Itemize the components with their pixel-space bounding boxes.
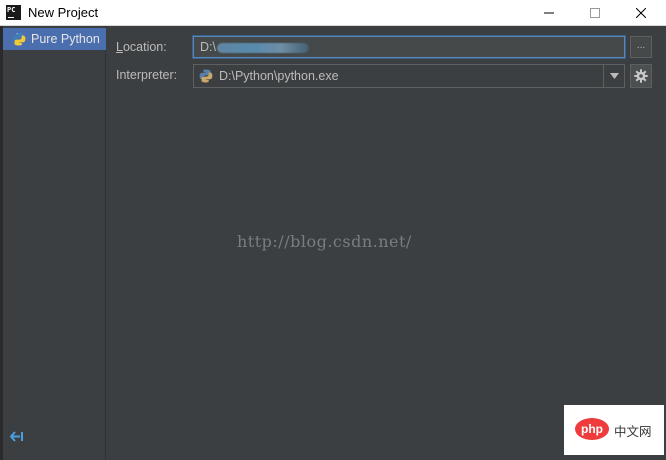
location-value: D:\ xyxy=(200,40,216,54)
gear-icon xyxy=(634,69,648,83)
python-interpreter-icon xyxy=(199,69,213,83)
redacted-path xyxy=(216,42,309,53)
interpreter-settings-button[interactable] xyxy=(630,64,652,88)
minimize-icon xyxy=(544,12,554,14)
browse-button[interactable]: ... xyxy=(630,36,652,58)
maximize-icon xyxy=(590,8,600,18)
sidebar-item-label: Pure Python xyxy=(31,32,100,46)
project-settings-panel: Location: D:\ ... Interpreter: D:\Python… xyxy=(106,26,666,460)
location-label-mnemonic: L xyxy=(116,40,123,54)
back-arrow-icon[interactable] xyxy=(9,431,23,445)
chevron-down-icon[interactable] xyxy=(610,73,619,79)
badge-text: 中文网 xyxy=(614,424,652,439)
minimize-button[interactable] xyxy=(526,0,572,26)
watermark-text: http://blog.csdn.net/ xyxy=(237,232,412,251)
close-icon xyxy=(636,8,646,18)
php-cn-watermark-badge: php 中文网 xyxy=(564,405,664,455)
interpreter-value: D:\Python\python.exe xyxy=(219,69,339,83)
interpreter-dropdown[interactable]: D:\Python\python.exe xyxy=(193,64,625,88)
pycharm-app-icon: PC xyxy=(6,5,21,20)
project-type-sidebar: Pure Python xyxy=(3,26,106,460)
python-icon xyxy=(12,32,26,46)
location-label: Location: xyxy=(116,40,167,54)
close-button[interactable] xyxy=(618,0,664,26)
maximize-button[interactable] xyxy=(572,0,618,26)
location-label-text: ocation: xyxy=(122,40,167,54)
title-bar[interactable]: PC New Project xyxy=(0,0,666,26)
location-input[interactable]: D:\ xyxy=(193,36,625,58)
sidebar-item-pure-python[interactable]: Pure Python xyxy=(3,28,106,50)
interpreter-label: Interpreter: xyxy=(116,68,178,82)
php-logo: php xyxy=(575,418,609,440)
dropdown-separator xyxy=(603,65,604,87)
window-title: New Project xyxy=(28,5,99,20)
app-icon-text: PC xyxy=(7,6,16,14)
